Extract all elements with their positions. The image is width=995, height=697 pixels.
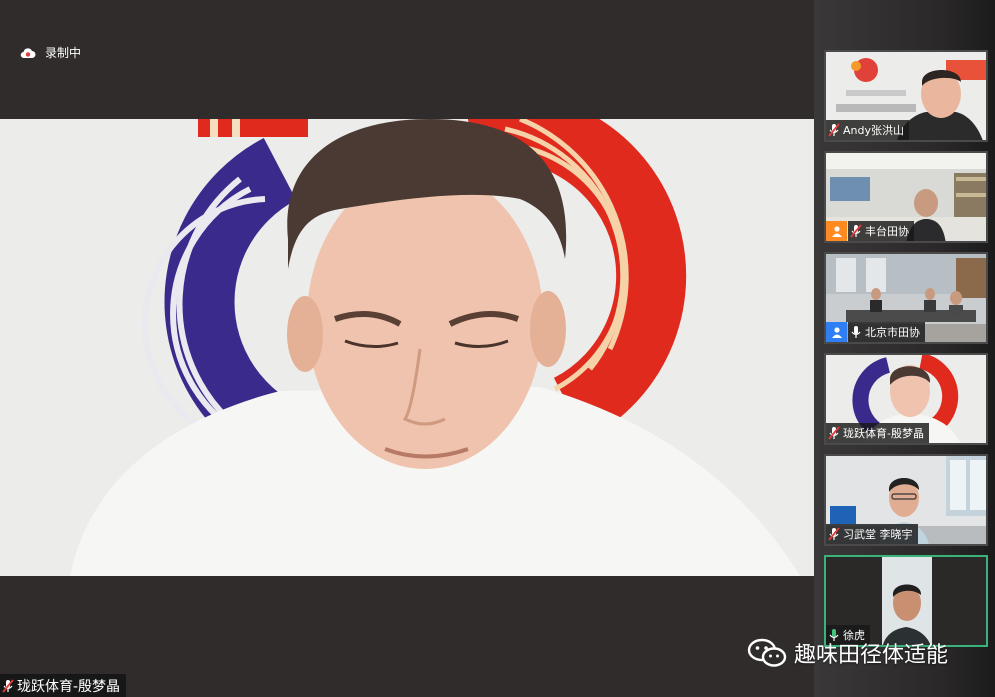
mic-muted-icon [828, 123, 840, 137]
speaker-video-scene [0, 119, 814, 576]
participant-name: 珑跃体育-殷梦晶 [843, 427, 924, 440]
participant-label: 习武堂 李晓宇 [826, 524, 918, 544]
user-icon [831, 226, 842, 237]
participant-name: 丰台田协 [865, 225, 909, 238]
participant-label: 丰台田协 [848, 221, 914, 241]
role-badge [826, 221, 847, 241]
participant-label: 珑跃体育-殷梦晶 [826, 423, 929, 443]
mic-muted-icon [828, 527, 840, 541]
main-speaker-name: 珑跃体育-殷梦晶 [17, 678, 121, 695]
participant-name: 北京市田协 [865, 326, 920, 339]
mic-muted-icon [850, 224, 862, 238]
participant-tile-andy[interactable]: Andy张洪山 [824, 50, 988, 142]
participant-label: Andy张洪山 [826, 120, 909, 140]
participant-name: Andy张洪山 [843, 124, 904, 137]
participant-tile-xiwutang[interactable]: 习武堂 李晓宇 [824, 454, 988, 546]
participant-name: 习武堂 李晓宇 [843, 528, 913, 541]
participant-sidebar: Andy张洪山 丰台田协 北京市田协 珑跃体育-殷梦晶 习武堂 李晓宇 徐虎 [814, 0, 995, 697]
recording-label: 录制中 [45, 46, 82, 60]
watermark-text: 趣味田径体适能 [794, 643, 949, 668]
participant-tile-longyue[interactable]: 珑跃体育-殷梦晶 [824, 353, 988, 445]
mic-muted-icon [2, 678, 14, 693]
mic-on-icon [851, 326, 861, 338]
cloud-record-icon [20, 47, 36, 58]
main-speaker-label: 珑跃体育-殷梦晶 [0, 674, 127, 697]
wechat-icon [747, 638, 787, 667]
recording-indicator[interactable]: 录制中 [20, 44, 81, 61]
participant-tile-beijing[interactable]: 北京市田协 [824, 252, 988, 344]
participant-tile-xuhu[interactable]: 徐虎 [824, 555, 988, 647]
user-icon [831, 327, 842, 338]
participant-tile-fengtai[interactable]: 丰台田协 [824, 151, 988, 243]
participant-label: 北京市田协 [848, 322, 925, 342]
role-badge [826, 322, 847, 342]
main-video[interactable] [0, 119, 814, 576]
wechat-watermark: 趣味田径体适能 [747, 636, 948, 670]
main-stage: 录制中 珑跃体育-殷梦晶 [0, 0, 814, 697]
mic-muted-icon [828, 426, 840, 440]
